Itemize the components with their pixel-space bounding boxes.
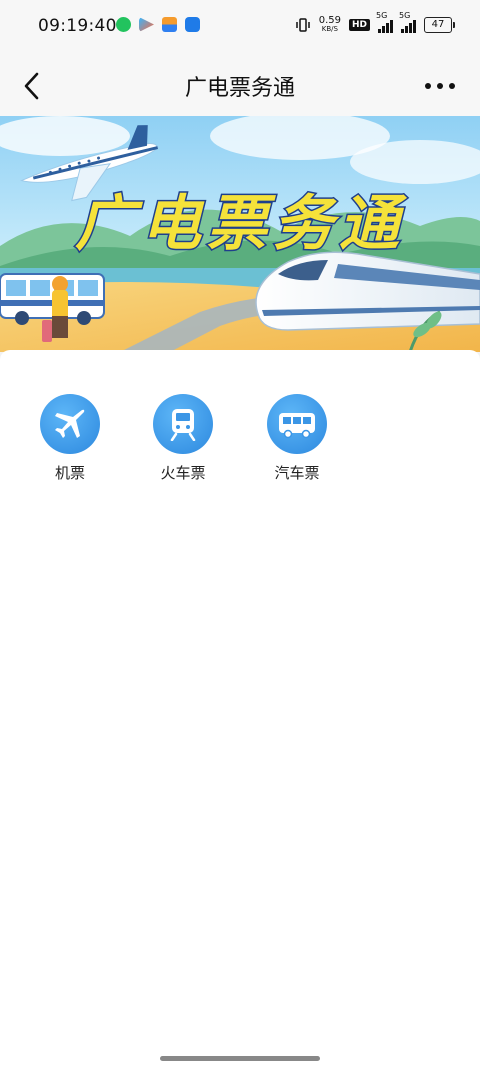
- more-button[interactable]: [420, 66, 460, 106]
- page-title: 广电票务通: [184, 76, 295, 101]
- menu-item-flight[interactable]: 机票: [25, 394, 115, 483]
- airplane-icon: [55, 409, 85, 438]
- train-icon: [170, 409, 196, 441]
- bus-icon: [279, 413, 315, 439]
- wallet-app-icon: [162, 17, 177, 32]
- banner-illustration: 广电票务通: [0, 116, 480, 352]
- hd-badge: HD: [348, 19, 370, 31]
- banner-title: 广电票务通: [75, 189, 408, 259]
- more-horizontal-icon: [425, 83, 455, 89]
- signal-label: 5G: [376, 11, 388, 20]
- menu-icon-circle: [153, 394, 213, 454]
- navigation-bar: 广电票务通: [0, 56, 480, 116]
- home-indicator[interactable]: [160, 1056, 320, 1061]
- banner[interactable]: 广电票务通: [0, 116, 480, 352]
- menu-icon-circle: [40, 394, 100, 454]
- menu-item-train[interactable]: 火车票: [138, 394, 228, 483]
- signal-label: 5G: [399, 11, 411, 20]
- menu-label: 汽车票: [274, 464, 320, 482]
- signal-icon: 5G: [376, 11, 393, 33]
- chat-app-icon: [116, 17, 131, 32]
- menu-label: 机票: [54, 464, 85, 482]
- menu-label: 火车票: [160, 464, 206, 482]
- play-app-icon: [139, 17, 154, 32]
- network-speed-unit: KB/S: [321, 25, 338, 33]
- status-bar: 09:19:40 0.59 KB/S HD 5G 5G 47: [0, 0, 480, 56]
- content-area: 机票 火车票 汽车票: [0, 350, 480, 1072]
- battery-indicator: 47: [424, 17, 455, 33]
- status-time: 09:19:40: [38, 16, 117, 36]
- network-speed: 0.59 KB/S: [319, 16, 341, 34]
- notification-icons: [116, 17, 200, 32]
- vibrate-icon: [295, 18, 310, 32]
- menu-icon-circle: [267, 394, 327, 454]
- signal-icon: 5G: [399, 11, 416, 33]
- status-indicators: 0.59 KB/S HD 5G 5G 47: [295, 11, 455, 34]
- browser-app-icon: [185, 17, 200, 32]
- menu-item-bus[interactable]: 汽车票: [252, 394, 342, 483]
